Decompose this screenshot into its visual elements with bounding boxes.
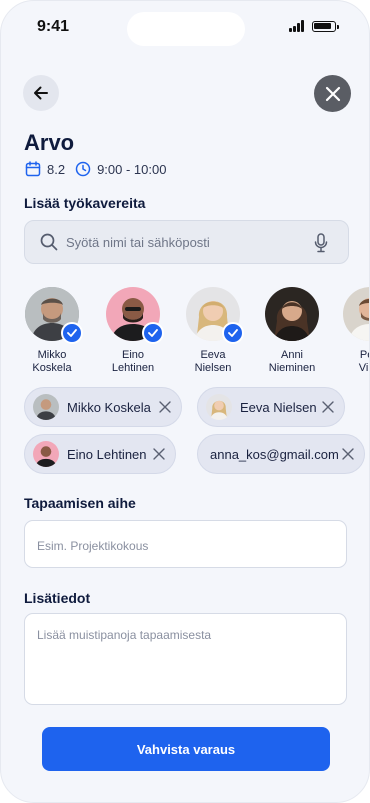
chip-avatar — [33, 441, 59, 467]
avatar — [106, 287, 164, 344]
avatar — [186, 287, 244, 344]
status-time: 9:41 — [37, 18, 70, 35]
signal-icon — [289, 20, 307, 32]
clock-icon — [75, 161, 91, 177]
close-button[interactable] — [314, 75, 351, 112]
avatar — [25, 287, 83, 344]
back-button[interactable] — [23, 75, 59, 111]
topic-field[interactable] — [24, 520, 347, 568]
person-name: Anni Nieminen — [268, 349, 316, 374]
selected-chip-mikko-koskela: Mikko Koskela — [24, 387, 182, 427]
search-input[interactable] — [66, 234, 296, 250]
remove-chip-icon[interactable] — [159, 401, 171, 413]
person-mikko-koskela[interactable]: Mikko Koskela — [17, 287, 87, 375]
remove-chip-icon[interactable] — [342, 448, 354, 460]
booking-date: 8.2 — [47, 161, 66, 177]
person-name: Petr Virta — [358, 349, 369, 374]
avatar — [265, 287, 319, 341]
remove-chip-icon[interactable] — [153, 448, 165, 460]
avatar — [343, 287, 369, 341]
coworker-search[interactable] — [24, 220, 349, 264]
chip-avatar — [206, 394, 232, 420]
topic-input[interactable] — [37, 539, 334, 553]
calendar-icon — [25, 161, 41, 177]
arrow-left-icon — [34, 86, 48, 100]
booking-meta: 8.2 9:00 - 10:00 — [25, 161, 166, 177]
person-petr-virta[interactable]: Petr Virta — [335, 287, 369, 375]
search-icon — [40, 233, 58, 251]
notes-field[interactable] — [24, 613, 347, 705]
microphone-icon[interactable] — [314, 233, 328, 253]
selected-chip-email: anna_kos@gmail.com — [197, 434, 365, 474]
notes-textarea[interactable] — [37, 628, 334, 670]
person-eeva-nielsen[interactable]: Eeva Nielsen — [178, 287, 248, 375]
coworkers-label: Lisää työkavereita — [24, 195, 146, 211]
person-name: Eino Lehtinen — [111, 349, 155, 374]
status-bar: 9:41 — [1, 1, 369, 57]
chip-label: Eino Lehtinen — [67, 446, 147, 462]
booking-time: 9:00 - 10:00 — [97, 161, 167, 177]
person-eino-lehtinen[interactable]: Eino Lehtinen — [98, 287, 168, 375]
selected-check-icon — [222, 322, 244, 344]
person-name: Eeva Nielsen — [194, 349, 232, 374]
chip-label: Mikko Koskela — [67, 399, 151, 415]
selected-chip-eino-lehtinen: Eino Lehtinen — [24, 434, 176, 474]
selected-check-icon — [61, 322, 83, 344]
chip-label: Eeva Nielsen — [240, 399, 317, 415]
chip-label: anna_kos@gmail.com — [210, 446, 339, 462]
phone-screen: 9:41 Arvo 8.2 9:00 - 10:00 Lisää työkave… — [0, 0, 370, 803]
selected-check-icon — [142, 322, 164, 344]
selected-chip-eeva-nielsen: Eeva Nielsen — [197, 387, 345, 427]
chip-avatar — [33, 394, 59, 420]
coworker-suggestions: Mikko Koskela Eino Lehtinen Eeva Nielsen… — [1, 287, 369, 379]
remove-chip-icon[interactable] — [322, 401, 334, 413]
dynamic-island — [127, 12, 245, 46]
notes-label: Lisätiedot — [24, 590, 91, 606]
person-name: Mikko Koskela — [32, 349, 72, 374]
battery-icon — [312, 21, 339, 32]
topic-label: Tapaamisen aihe — [24, 495, 136, 511]
close-icon — [325, 86, 340, 101]
page-title: Arvo — [24, 130, 75, 155]
confirm-booking-button[interactable]: Vahvista varaus — [42, 727, 330, 771]
person-anni-nieminen[interactable]: Anni Nieminen — [257, 287, 327, 375]
